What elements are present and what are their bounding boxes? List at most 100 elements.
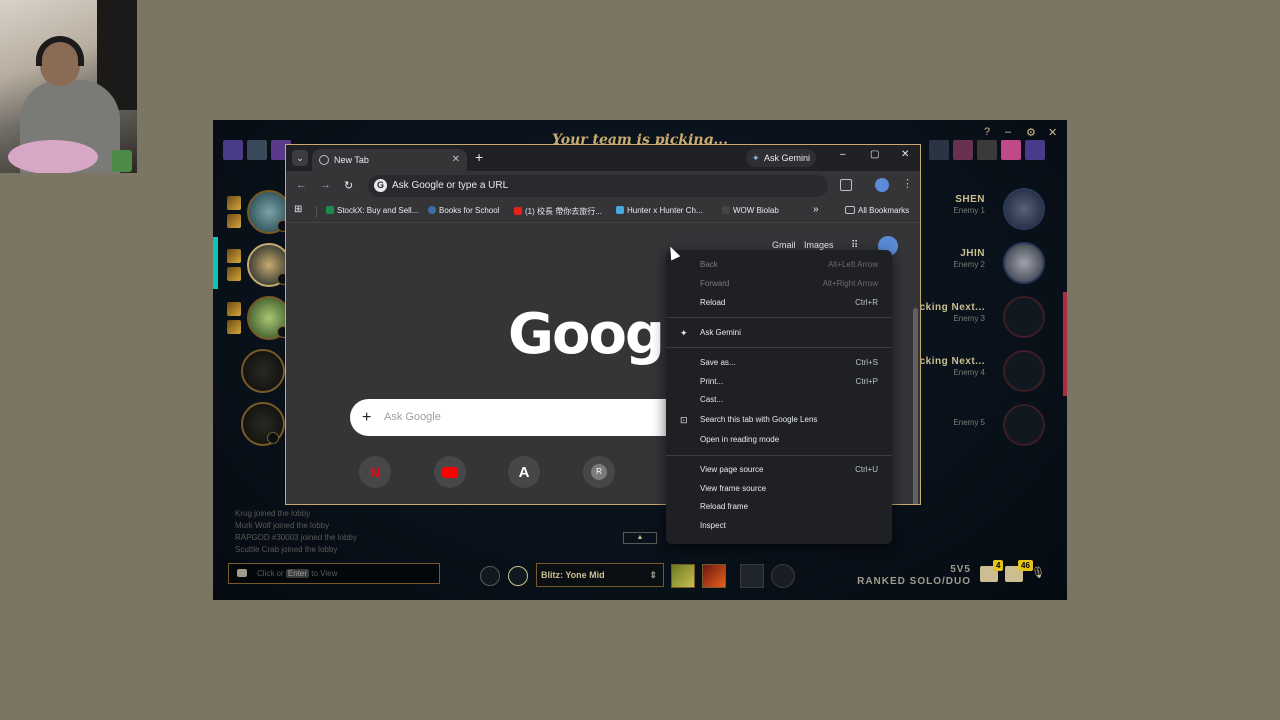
- ban-champion-icon: [929, 140, 949, 160]
- letter-a-icon[interactable]: A: [508, 456, 540, 488]
- enemy-slot-5: Enemy 5: [919, 402, 1049, 452]
- chat-message: Scuttle Crab joined the lobby: [235, 545, 338, 554]
- minimize-icon[interactable]: –: [840, 149, 846, 160]
- bookmarks-overflow-icon[interactable]: »: [813, 204, 819, 215]
- summoner-spell-icon: [227, 320, 241, 334]
- webcam-overlay: [0, 0, 137, 173]
- summoner-spell-f-icon[interactable]: [702, 564, 726, 588]
- skin-icon[interactable]: [740, 564, 764, 588]
- ban-champion-icon: [223, 140, 243, 160]
- ctx-view-page-source[interactable]: View page source Ctrl+U: [666, 461, 892, 479]
- help-icon[interactable]: ?: [984, 126, 990, 138]
- tab-title: New Tab: [334, 155, 369, 165]
- folder-icon: [845, 206, 855, 214]
- enemy-empty-portrait: [1003, 350, 1045, 392]
- summoner-spell-icon: [227, 302, 241, 316]
- ctx-view-frame-source[interactable]: View frame source: [666, 480, 892, 498]
- new-tab-button[interactable]: +: [475, 149, 483, 165]
- netflix-icon[interactable]: N: [359, 456, 391, 488]
- page-icon: [722, 206, 730, 214]
- rune-icon[interactable]: [480, 566, 500, 586]
- edit-rune-icon[interactable]: [508, 566, 528, 586]
- enemy-label: Enemy 5: [953, 418, 985, 427]
- more-menu-icon[interactable]: ⋮: [902, 177, 913, 190]
- swap-icon[interactable]: [267, 432, 279, 444]
- ban-champion-icon: [977, 140, 997, 160]
- enemy-slot-1: SHEN Enemy 1: [919, 186, 1049, 236]
- ban-champion-icon: [1025, 140, 1045, 160]
- back-icon[interactable]: ←: [296, 179, 307, 191]
- emote-icon[interactable]: [771, 564, 795, 588]
- ctx-label: Reload: [700, 298, 726, 307]
- reload-icon[interactable]: ↻: [344, 179, 353, 192]
- ctx-google-lens[interactable]: ⊡ Search this tab with Google Lens: [666, 411, 892, 429]
- ban-champion-icon: [1001, 140, 1021, 160]
- expand-arrow-icon[interactable]: ▲: [623, 532, 657, 544]
- ask-gemini-button[interactable]: ✦ Ask Gemini: [746, 149, 816, 167]
- images-link[interactable]: Images: [804, 240, 834, 250]
- mic-icon[interactable]: 🎙: [1031, 566, 1045, 582]
- role-position-icon: [241, 349, 285, 393]
- chat-message: RAPGOD #30003 joined the lobby: [235, 533, 357, 542]
- ctx-ask-gemini[interactable]: ✦ Ask Gemini: [666, 324, 892, 342]
- ctx-back[interactable]: Back Alt+Left Arrow: [666, 256, 892, 274]
- chat-input[interactable]: Click or Enter to View: [228, 563, 440, 584]
- search-placeholder: Ask Google: [384, 411, 441, 423]
- close-icon[interactable]: ✕: [1048, 126, 1057, 139]
- chat-message: Krug joined the lobby: [235, 509, 311, 518]
- summoner-spell-icon: [227, 267, 241, 281]
- ctx-label: Forward: [700, 279, 730, 288]
- webcam-plate: [8, 140, 98, 173]
- ctx-reading-mode[interactable]: Open in reading mode: [666, 431, 892, 449]
- letter-r-icon[interactable]: R: [583, 456, 615, 488]
- omnibox[interactable]: G Ask Google or type a URL: [368, 175, 828, 197]
- minimize-icon[interactable]: –: [1005, 126, 1011, 138]
- close-window-icon[interactable]: ✕: [901, 149, 909, 160]
- apps-grid-icon[interactable]: ⊞: [294, 204, 302, 215]
- ctx-reload-frame[interactable]: Reload frame: [666, 498, 892, 516]
- ctx-forward[interactable]: Forward Alt+Right Arrow: [666, 275, 892, 293]
- enemy-champion-name: SHEN: [955, 194, 985, 205]
- all-bookmarks-button[interactable]: All Bookmarks: [845, 206, 909, 215]
- ctx-print[interactable]: Print... Ctrl+P: [666, 373, 892, 391]
- enemy-slot-3: Picking Next... Enemy 3: [909, 294, 1049, 344]
- bookmark-item[interactable]: StockX: Buy and Sell...: [326, 206, 418, 215]
- settings-icon[interactable]: ⚙: [1026, 126, 1036, 139]
- ctx-separator: [666, 317, 892, 318]
- enemy-label: Enemy 1: [953, 206, 985, 215]
- ctx-label: Inspect: [700, 521, 726, 530]
- enemy-slot-2: JHIN Enemy 2: [919, 240, 1049, 290]
- bookmark-label: Books for School: [439, 206, 500, 215]
- tab-close-icon[interactable]: ✕: [452, 149, 460, 171]
- ctx-reload[interactable]: Reload Ctrl+R: [666, 294, 892, 312]
- gmail-link[interactable]: Gmail: [772, 240, 796, 250]
- summoner-spell-d-icon[interactable]: [671, 564, 695, 588]
- bookmarks-bar: ⊞ StockX: Buy and Sell... Books for Scho…: [286, 201, 920, 223]
- plus-icon[interactable]: +: [362, 399, 371, 436]
- forward-icon[interactable]: →: [320, 179, 331, 191]
- enemy-empty-portrait: [1003, 404, 1045, 446]
- extensions-icon[interactable]: [840, 179, 852, 191]
- ctx-cast[interactable]: Cast...: [666, 391, 892, 409]
- bookmark-item[interactable]: Books for School: [428, 206, 499, 215]
- rune-page-select[interactable]: Blitz: Yone Mid ⇕: [536, 563, 664, 587]
- ctx-save-as[interactable]: Save as... Ctrl+S: [666, 354, 892, 372]
- tab-search-icon[interactable]: ⌄: [292, 150, 308, 166]
- page-scrollbar[interactable]: [913, 308, 918, 504]
- ctx-separator: [666, 455, 892, 456]
- youtube-icon[interactable]: [434, 456, 466, 488]
- gemini-icon: ✦: [752, 153, 760, 163]
- profile-avatar[interactable]: [875, 178, 889, 192]
- summoner-spell-icon: [227, 214, 241, 228]
- bookmark-item[interactable]: Hunter x Hunter Ch...: [616, 206, 703, 215]
- bookmark-item[interactable]: WOW Biolab: [722, 206, 779, 215]
- ctx-label: Search this tab with Google Lens: [700, 415, 818, 424]
- ctx-inspect[interactable]: Inspect: [666, 517, 892, 535]
- shortcut-letter: A: [518, 463, 530, 481]
- maximize-icon[interactable]: ▢: [870, 149, 879, 160]
- bookmark-item[interactable]: (1) 校長 帶你去旅行...: [514, 206, 602, 217]
- headphones: [36, 36, 84, 66]
- tab-strip: ⌄ New Tab ✕ + ✦ Ask Gemini – ▢ ✕: [286, 145, 920, 171]
- enemy-label: Enemy 3: [953, 314, 985, 323]
- tab-new-tab[interactable]: New Tab ✕: [312, 149, 467, 171]
